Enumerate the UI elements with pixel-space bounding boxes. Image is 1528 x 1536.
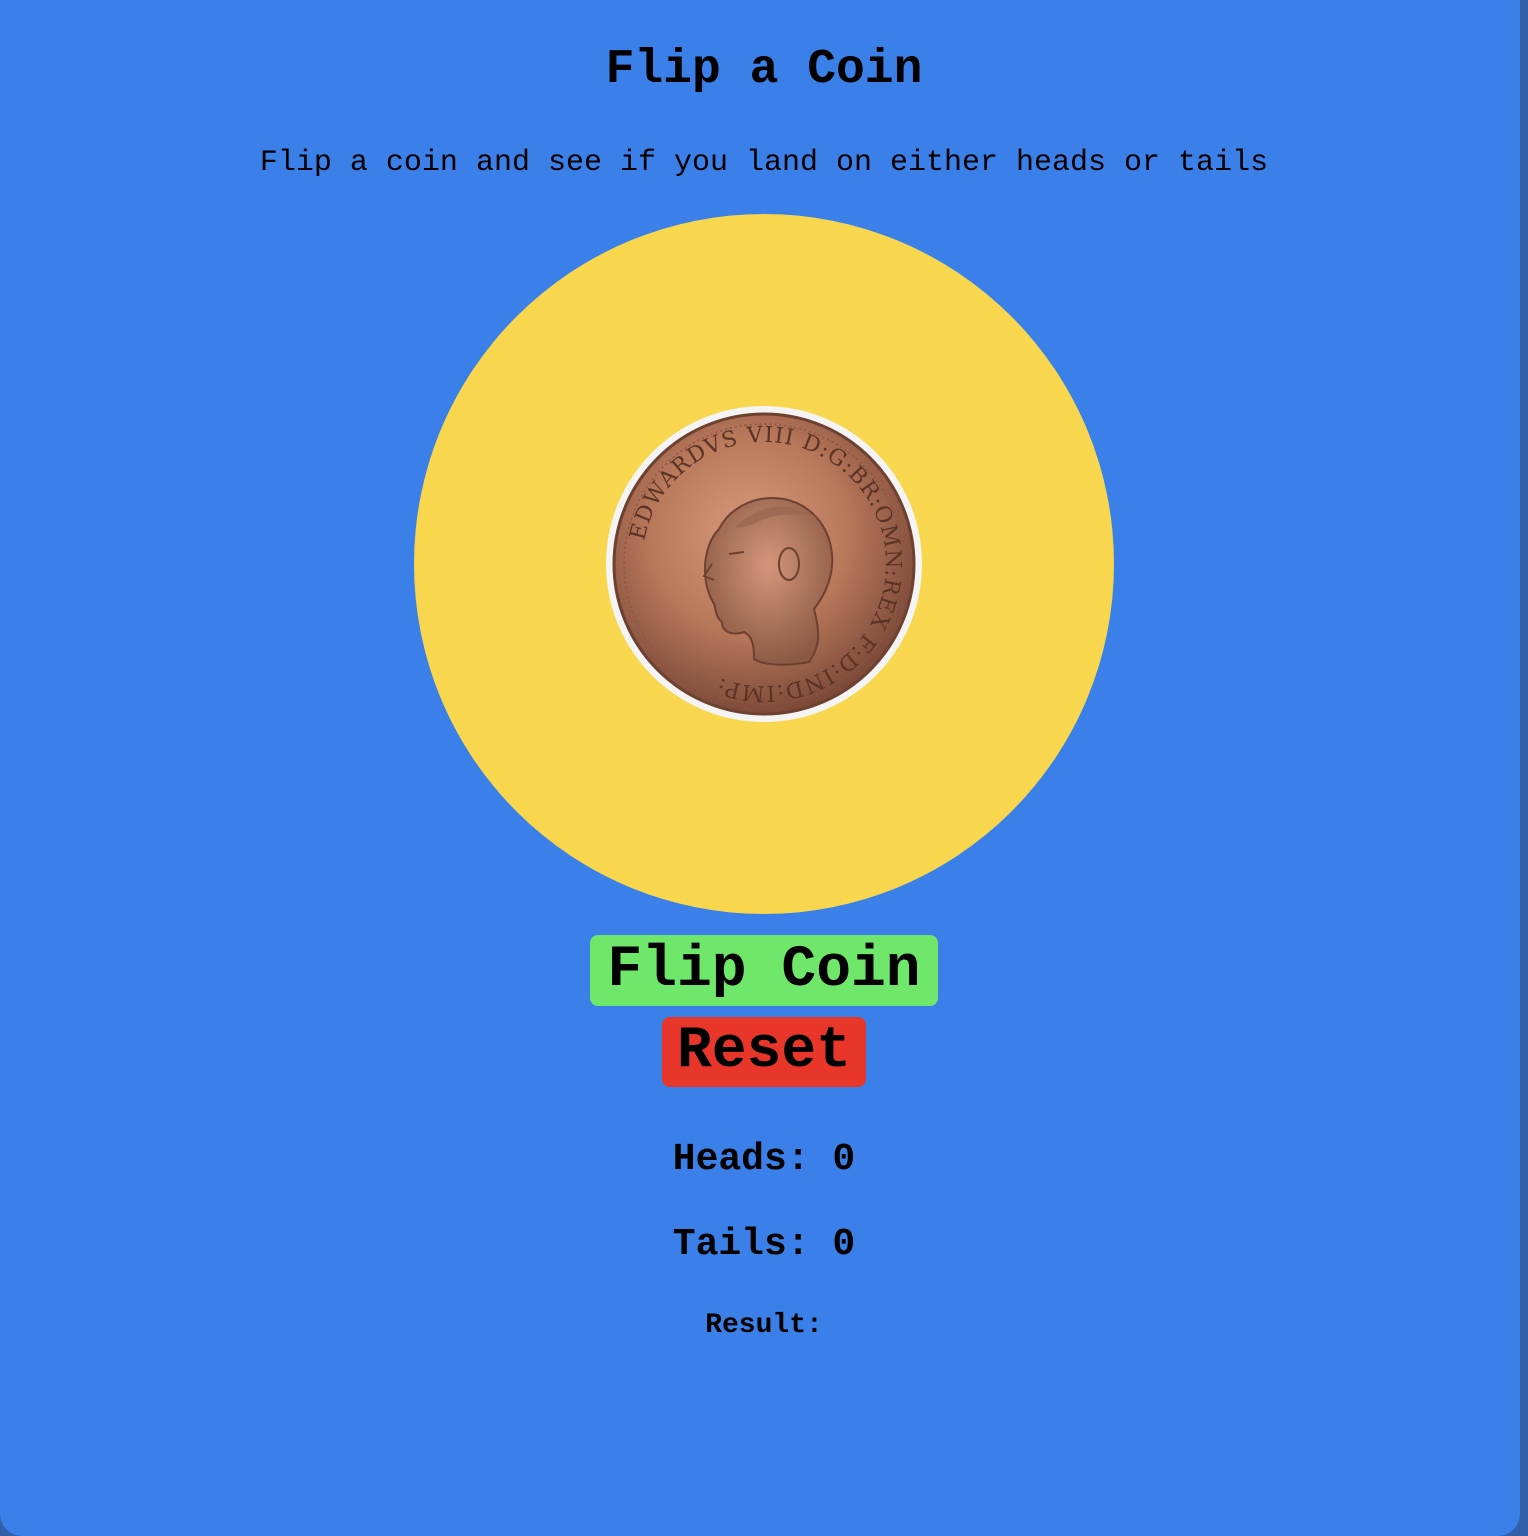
page-subtitle: Flip a coin and see if you land on eithe… bbox=[259, 146, 1269, 180]
flip-coin-button[interactable]: Flip Coin bbox=[590, 935, 938, 1006]
coin-heads-image: EDWARDVS VIII D:G:BR:OMN:REX F:D:IND:IMP… bbox=[606, 406, 922, 722]
coin-stage: EDWARDVS VIII D:G:BR:OMN:REX F:D:IND:IMP… bbox=[414, 214, 1114, 914]
result-display: Result: bbox=[0, 1310, 1528, 1342]
reset-button[interactable]: Reset bbox=[662, 1017, 866, 1087]
tails-value: 0 bbox=[832, 1223, 856, 1266]
heads-value: 0 bbox=[832, 1138, 856, 1181]
page-title: Flip a Coin bbox=[605, 43, 923, 97]
result-label: Result: bbox=[705, 1310, 823, 1341]
tails-count: Tails: 0 bbox=[0, 1223, 1528, 1267]
app-container: Flip a Coin Flip a coin and see if you l… bbox=[0, 0, 1520, 1536]
heads-label: Heads: bbox=[672, 1138, 810, 1181]
tails-label: Tails: bbox=[672, 1223, 810, 1266]
heads-count: Heads: 0 bbox=[0, 1138, 1528, 1182]
